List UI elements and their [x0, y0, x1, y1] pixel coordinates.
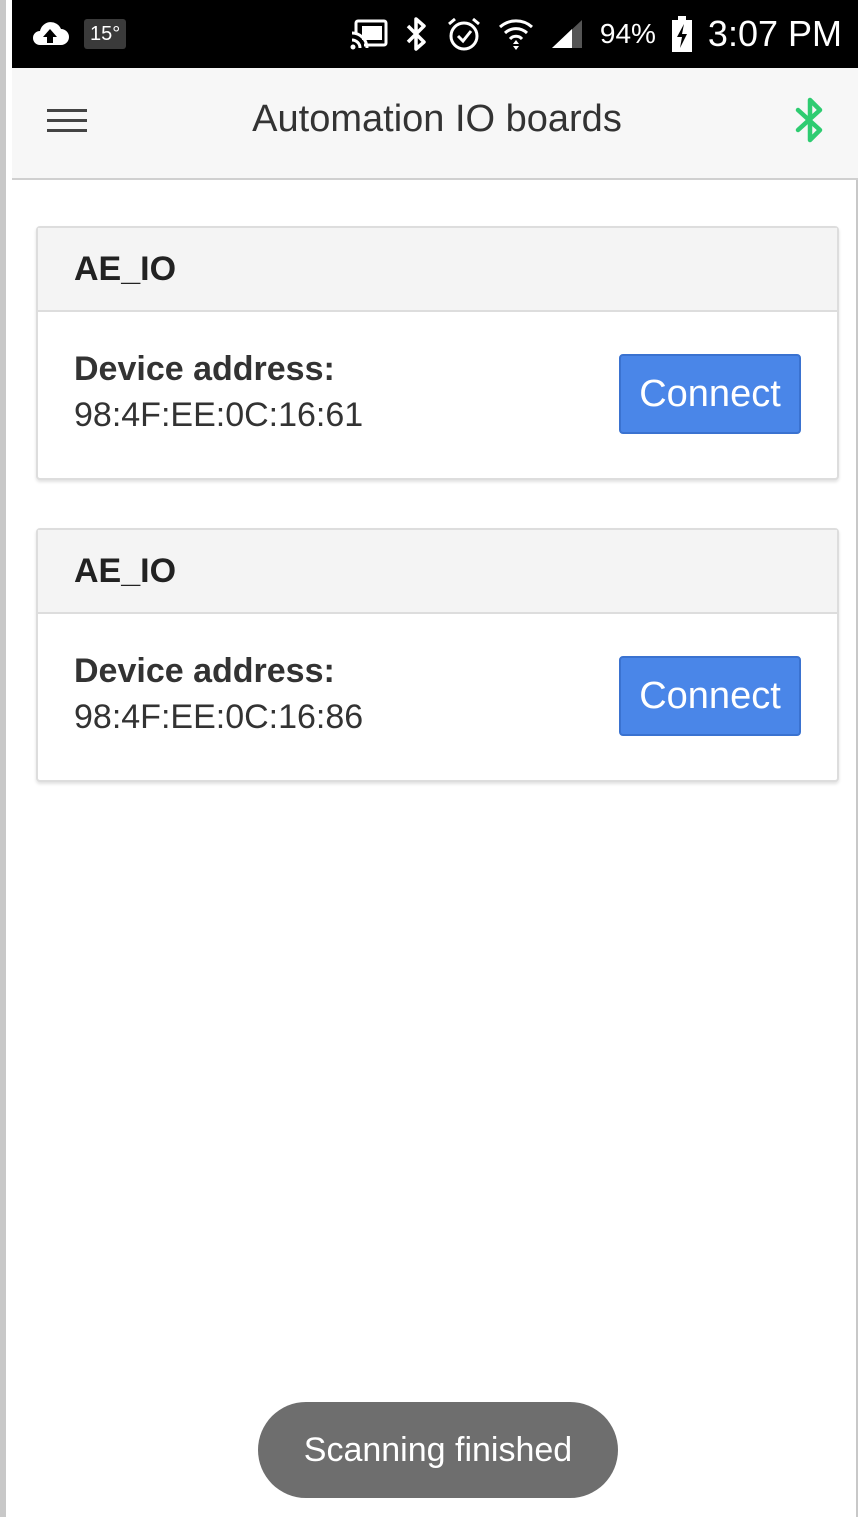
status-bar-left: 15°: [30, 12, 127, 56]
status-bar: 15° 94% 3:07 PM: [12, 0, 858, 68]
device-card-body: Device address: 98:4F:EE:0C:16:86 Connec…: [38, 614, 837, 780]
device-address-value: 98:4F:EE:0C:16:61: [74, 396, 364, 434]
signal-icon: [550, 18, 584, 50]
bluetooth-icon: [794, 96, 826, 149]
device-address-value: 98:4F:EE:0C:16:86: [74, 698, 364, 736]
cloud-upload-icon: [30, 19, 70, 49]
app-bar: Automation IO boards: [12, 68, 858, 180]
connect-button[interactable]: Connect: [619, 656, 801, 736]
device-address-label: Device address:: [74, 652, 335, 690]
device-card: AE_IO Device address: 98:4F:EE:0C:16:61 …: [36, 226, 839, 480]
connect-button[interactable]: Connect: [619, 354, 801, 434]
device-name: AE_IO: [38, 228, 837, 312]
page-title: Automation IO boards: [252, 98, 622, 140]
device-name: AE_IO: [38, 530, 837, 614]
temperature-badge: 15°: [84, 19, 127, 49]
device-address-label: Device address:: [74, 350, 335, 388]
bluetooth-status-icon: [404, 16, 430, 52]
toast-message: Scanning finished: [258, 1402, 618, 1498]
battery-percent: 94%: [599, 18, 656, 49]
device-card-body: Device address: 98:4F:EE:0C:16:61 Connec…: [38, 312, 837, 478]
cast-icon: [349, 18, 388, 50]
bluetooth-button[interactable]: [788, 96, 832, 148]
status-bar-right: 94% 3:07 PM: [349, 10, 842, 58]
wifi-icon: [498, 16, 534, 52]
status-clock: 3:07 PM: [707, 13, 842, 54]
app-frame: 15° 94% 3:07 PM Automation IO boards AE_…: [0, 0, 858, 1517]
alarm-icon: [446, 16, 482, 52]
battery-charging-icon: [671, 16, 692, 52]
device-card: AE_IO Device address: 98:4F:EE:0C:16:86 …: [36, 528, 839, 782]
